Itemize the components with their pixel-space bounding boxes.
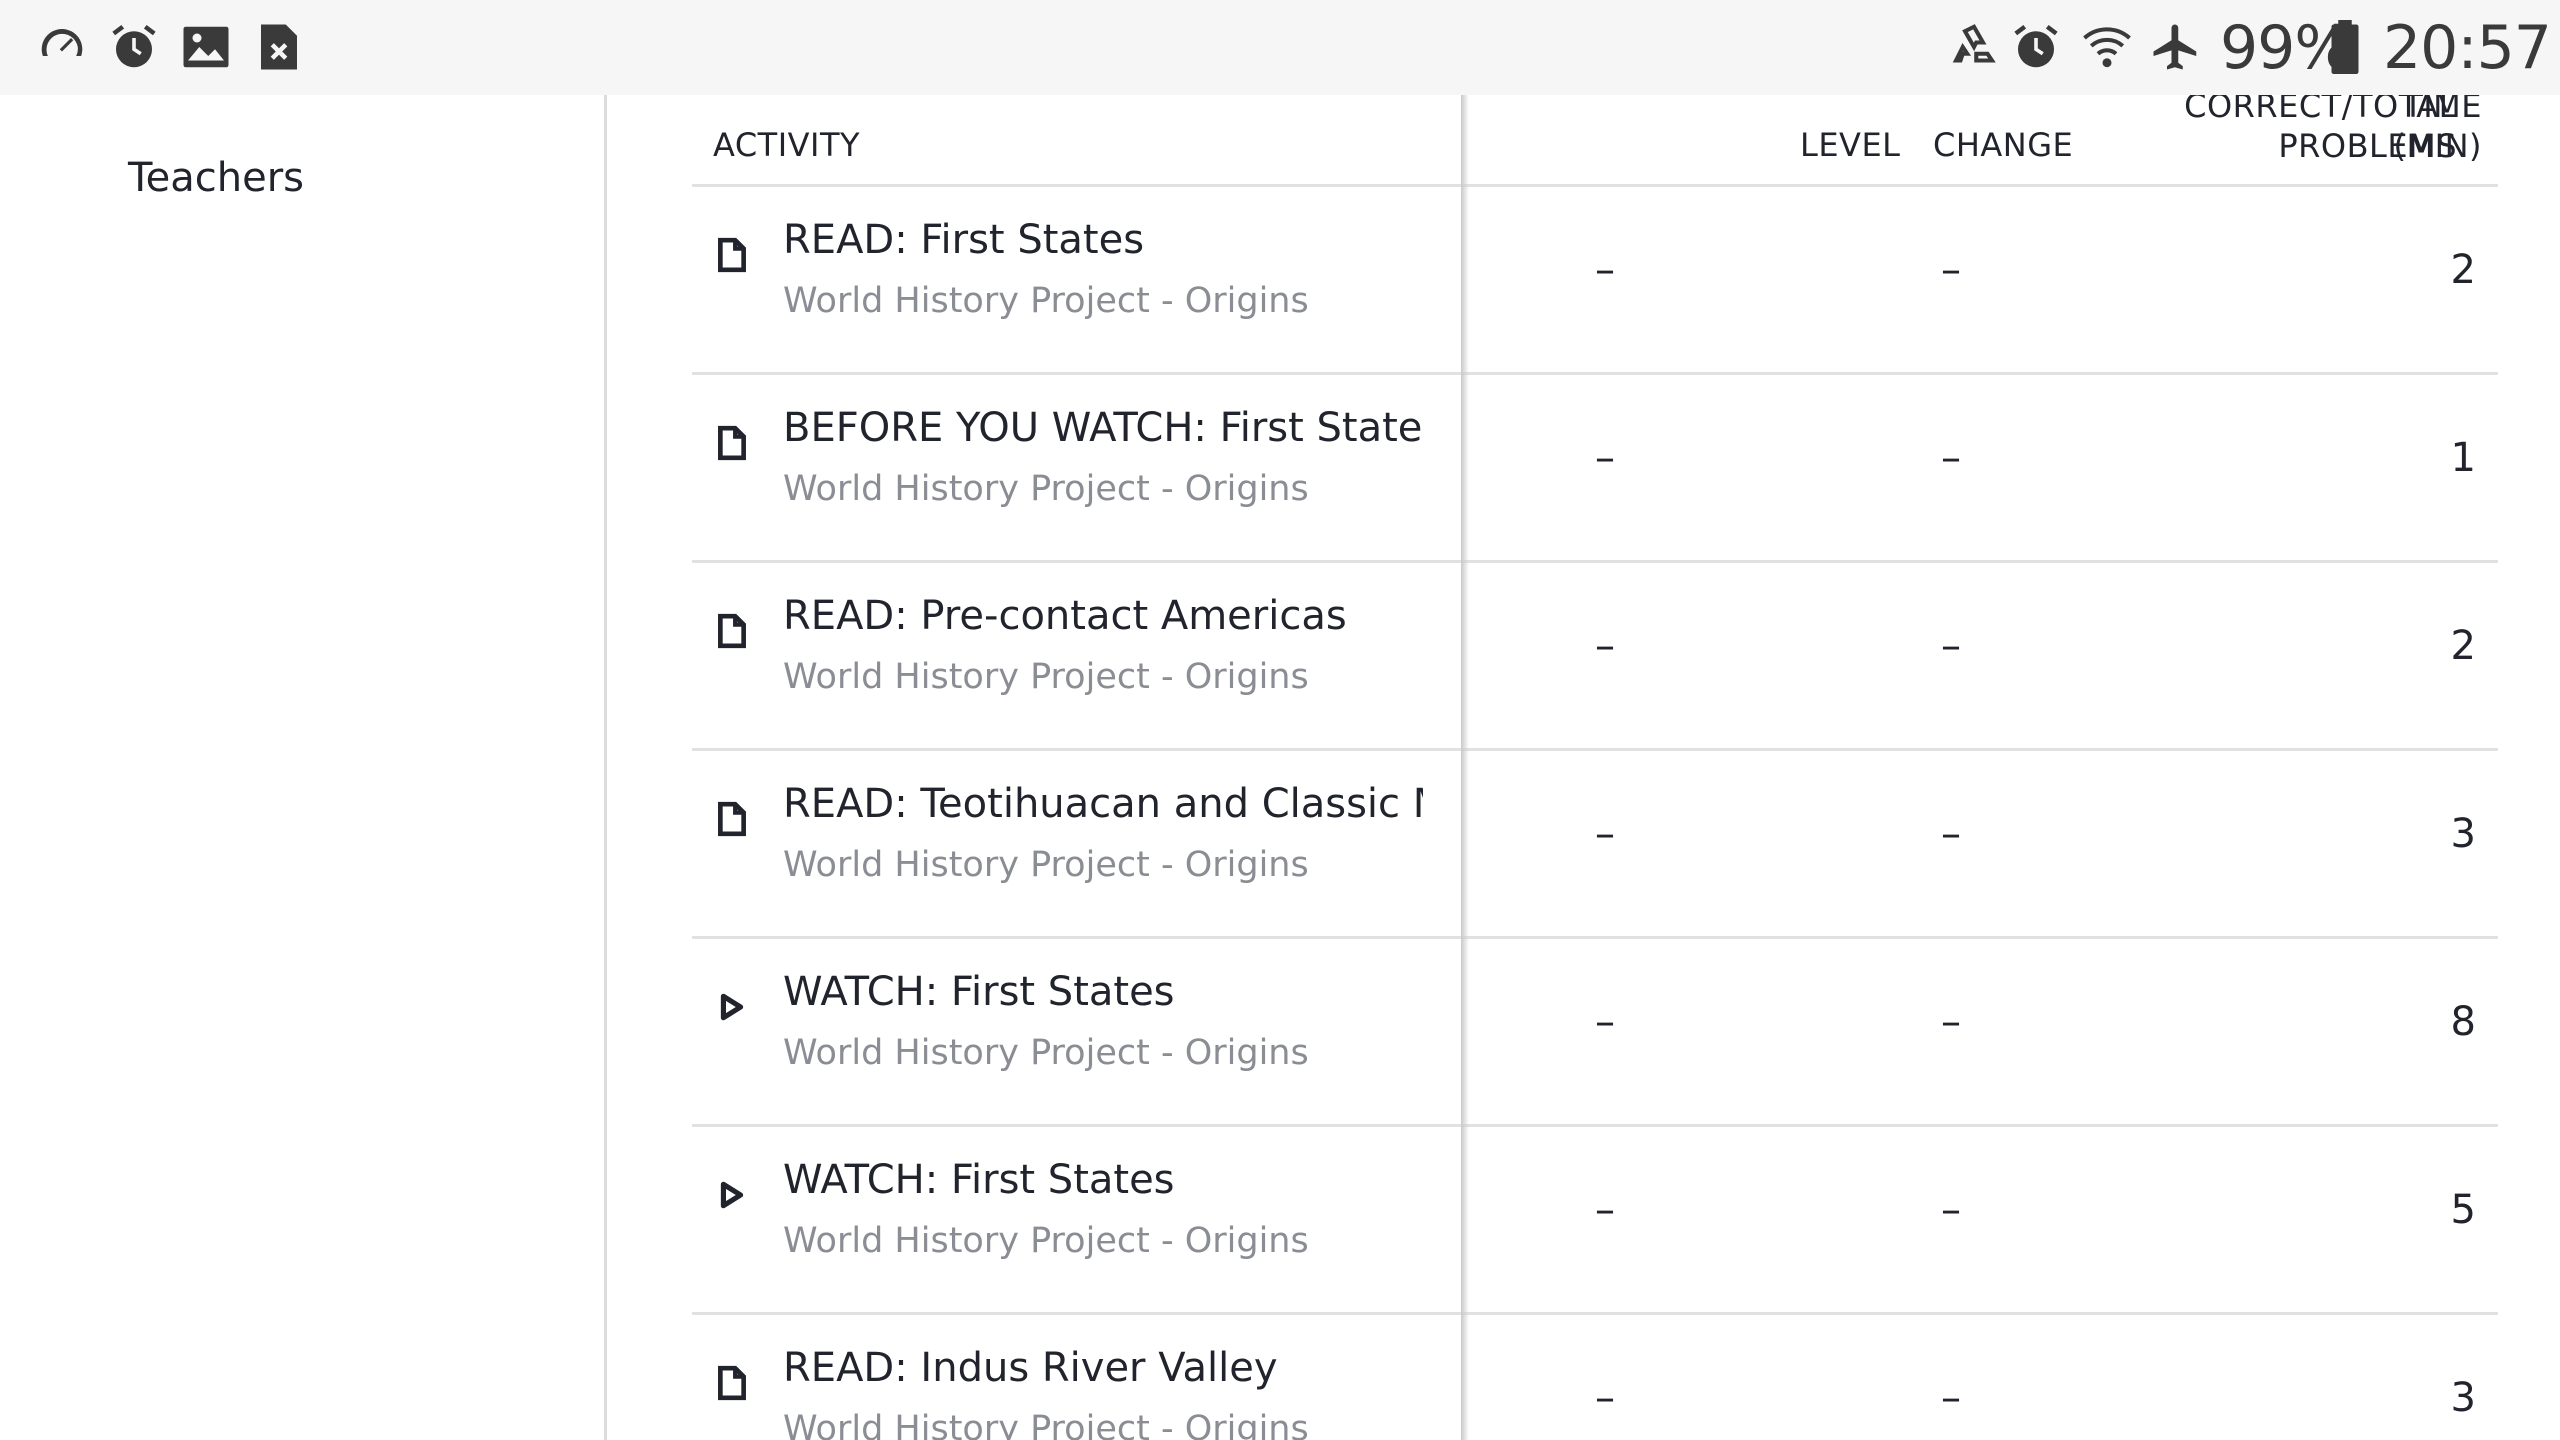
clock: 20:57 xyxy=(2383,13,2552,83)
row-correct-total: – xyxy=(1941,1375,1961,1421)
row-change: – xyxy=(1595,1187,1615,1233)
row-time: 2 xyxy=(2450,247,2476,293)
row-change: – xyxy=(1595,811,1615,857)
table-row[interactable]: ’20 at 10:02 AM – – –5 xyxy=(692,1127,2498,1315)
sidebar: Teachers xyxy=(0,95,607,1440)
sidebar-item-teachers[interactable]: Teachers xyxy=(128,155,304,201)
row-date: ’20 at 10:49 AM xyxy=(1075,623,1395,669)
table-row[interactable]: ’20 at 10:49 AM – – –2 xyxy=(692,563,2498,751)
row-change: – xyxy=(1595,435,1615,481)
sim-error-icon xyxy=(250,18,308,76)
row-correct-total: – xyxy=(1941,435,1961,481)
table-row[interactable]: ’20 at 4:28 PM – – –3 xyxy=(692,1315,2498,1440)
airplane-icon xyxy=(2147,18,2205,76)
alarm-icon xyxy=(2007,18,2065,76)
battery-icon xyxy=(2325,18,2365,76)
alarm-icon xyxy=(105,18,163,76)
wifi-icon xyxy=(2078,18,2136,76)
row-date: ’20 at 10:51 AM xyxy=(1075,435,1395,481)
table-row[interactable]: ’20 at 10:51 AM – – –1 xyxy=(692,375,2498,563)
recycle-icon xyxy=(1945,18,2003,76)
row-level: – xyxy=(1410,623,1430,669)
row-correct-total: – xyxy=(1941,247,1961,293)
table-row[interactable]: ’20 at 10:52 AM – – –2 xyxy=(692,187,2498,375)
row-level: – xyxy=(1410,247,1430,293)
header-time-line1: TIME xyxy=(2403,95,2482,125)
table-row[interactable]: ’20 at 10:46 AM – – –3 xyxy=(692,751,2498,939)
table-row[interactable]: ’20 at 10:36 AM – – –8 xyxy=(692,939,2498,1127)
status-bar: 99% 20:57 xyxy=(0,0,2560,95)
row-correct-total: – xyxy=(1941,1187,1961,1233)
row-date: ’20 at 10:36 AM xyxy=(1075,999,1395,1045)
row-time: 3 xyxy=(2450,811,2476,857)
row-time: 2 xyxy=(2450,623,2476,669)
header-time-min[interactable]: TIME (MIN) xyxy=(2347,95,2482,166)
row-date: ’20 at 10:02 AM xyxy=(1075,1187,1395,1233)
row-time: 3 xyxy=(2450,1375,2476,1421)
row-date: ’20 at 10:46 AM xyxy=(1075,811,1395,857)
row-level: – xyxy=(1410,1375,1430,1421)
header-time-line2: (MIN) xyxy=(2393,127,2482,165)
header-level[interactable]: LEVEL xyxy=(1800,125,1900,165)
row-correct-total: – xyxy=(1941,811,1961,857)
header-activity[interactable]: ACTIVITY xyxy=(713,125,860,165)
row-change: – xyxy=(1595,247,1615,293)
row-date: ’20 at 10:52 AM xyxy=(1075,247,1395,293)
row-correct-total: – xyxy=(1941,623,1961,669)
row-date: ’20 at 4:28 PM xyxy=(1075,1375,1366,1421)
row-level: – xyxy=(1410,811,1430,857)
row-change: – xyxy=(1595,623,1615,669)
speedometer-icon xyxy=(33,18,91,76)
row-time: 8 xyxy=(2450,999,2476,1045)
image-icon xyxy=(177,18,235,76)
row-level: – xyxy=(1410,999,1430,1045)
row-change: – xyxy=(1595,1375,1615,1421)
activity-table[interactable]: LEVEL CHANGE CORRECT/TOTAL PROBLEMS TIME… xyxy=(607,95,2560,1440)
row-correct-total: – xyxy=(1941,999,1961,1045)
row-change: – xyxy=(1595,999,1615,1045)
row-time: 1 xyxy=(2450,435,2476,481)
row-level: – xyxy=(1410,435,1430,481)
column-shadow xyxy=(1461,95,1469,1440)
row-time: 5 xyxy=(2450,1187,2476,1233)
row-level: – xyxy=(1410,1187,1430,1233)
